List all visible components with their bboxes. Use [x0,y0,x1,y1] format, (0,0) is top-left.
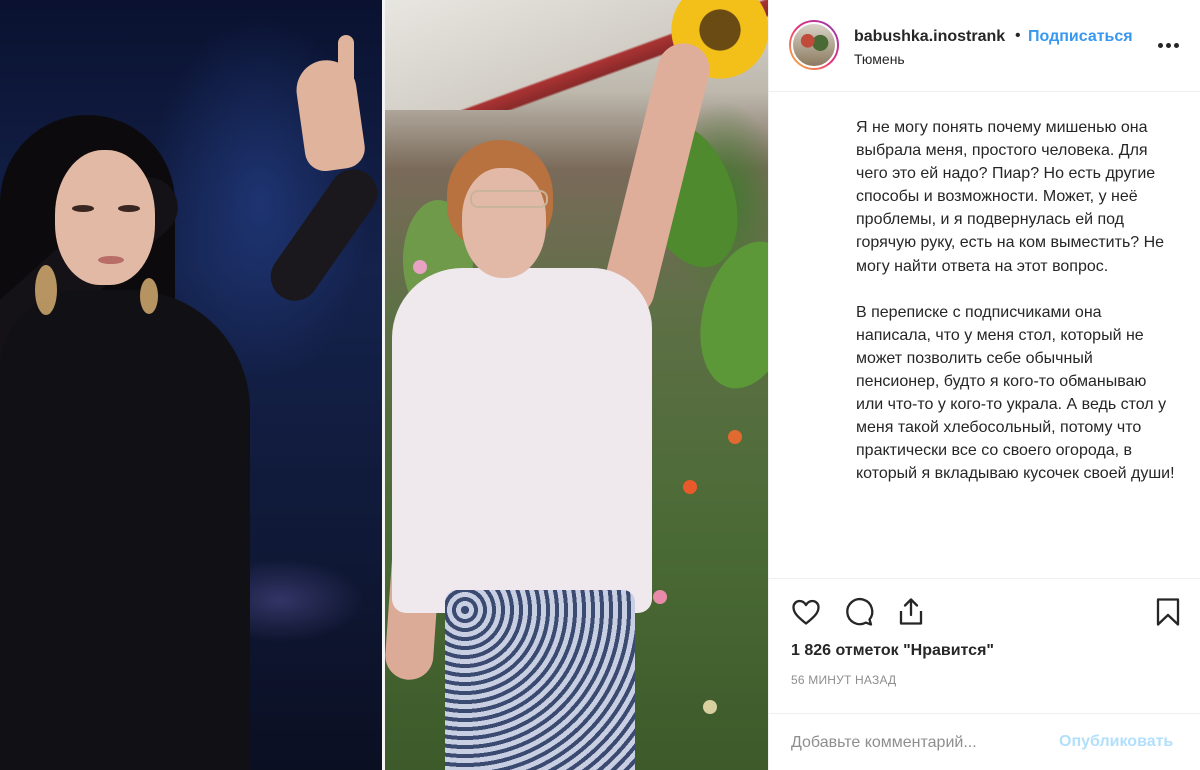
heart-icon[interactable] [789,595,823,629]
comment-input[interactable] [791,727,1061,759]
follow-button[interactable]: Подписаться [1028,28,1133,46]
photo-flower [683,480,697,494]
photo-flower [413,260,427,274]
post-image[interactable] [0,0,768,770]
photo-figure-dress [0,290,250,770]
photo-figure-earring [35,265,57,315]
photo-figure-eye [118,205,140,212]
photo-figure-face [55,150,155,285]
photo-flower [728,430,742,444]
username-link[interactable]: babushka.inostrank [854,28,1009,46]
bookmark-icon[interactable] [1151,595,1185,629]
photo-figure-lips [98,256,124,264]
location-link[interactable]: Тюмень [854,51,905,67]
photo-person-face [462,168,546,278]
avatar[interactable] [789,20,839,70]
share-icon[interactable] [894,595,928,629]
photo-person-glasses [470,190,548,208]
photo-divider [382,0,385,770]
header-separator: • [1015,27,1021,44]
photo-flower [703,700,717,714]
post-sidebar: babushka.inostrank • Подписаться Тюмень … [768,0,1200,770]
photo-figure-forearm [261,159,387,311]
photo-person-pants [445,590,635,770]
photo-figure-finger [338,35,354,105]
caption-paragraph: Я не могу понять почему мишенью она выбр… [856,119,1165,275]
likes-count[interactable]: 1 826 отметок "Нравится" [791,642,994,660]
photo-person-floral-shirt [392,268,652,613]
comment-bar: Опубликовать [769,713,1200,770]
comment-bubble-icon[interactable] [842,595,876,629]
photo-flower [653,590,667,604]
post-header: babushka.inostrank • Подписаться Тюмень [769,0,1200,92]
post-timestamp[interactable]: 56 МИНУТ НАЗАД [791,673,896,687]
post-caption: Я не могу понять почему мишенью она выбр… [856,116,1176,508]
photo-figure-hand [292,56,368,174]
post-actions: 1 826 отметок "Нравится" 56 МИНУТ НАЗАД … [769,578,1200,770]
more-horizontal-icon[interactable] [1156,36,1182,56]
publish-button[interactable]: Опубликовать [1059,733,1173,751]
photo-figure-earring [140,278,158,314]
caption-paragraph: В переписке с подписчиками она написала,… [856,303,1175,483]
photo-left-panel [0,0,387,770]
photo-figure-eye [72,205,94,212]
avatar-image [791,22,837,68]
